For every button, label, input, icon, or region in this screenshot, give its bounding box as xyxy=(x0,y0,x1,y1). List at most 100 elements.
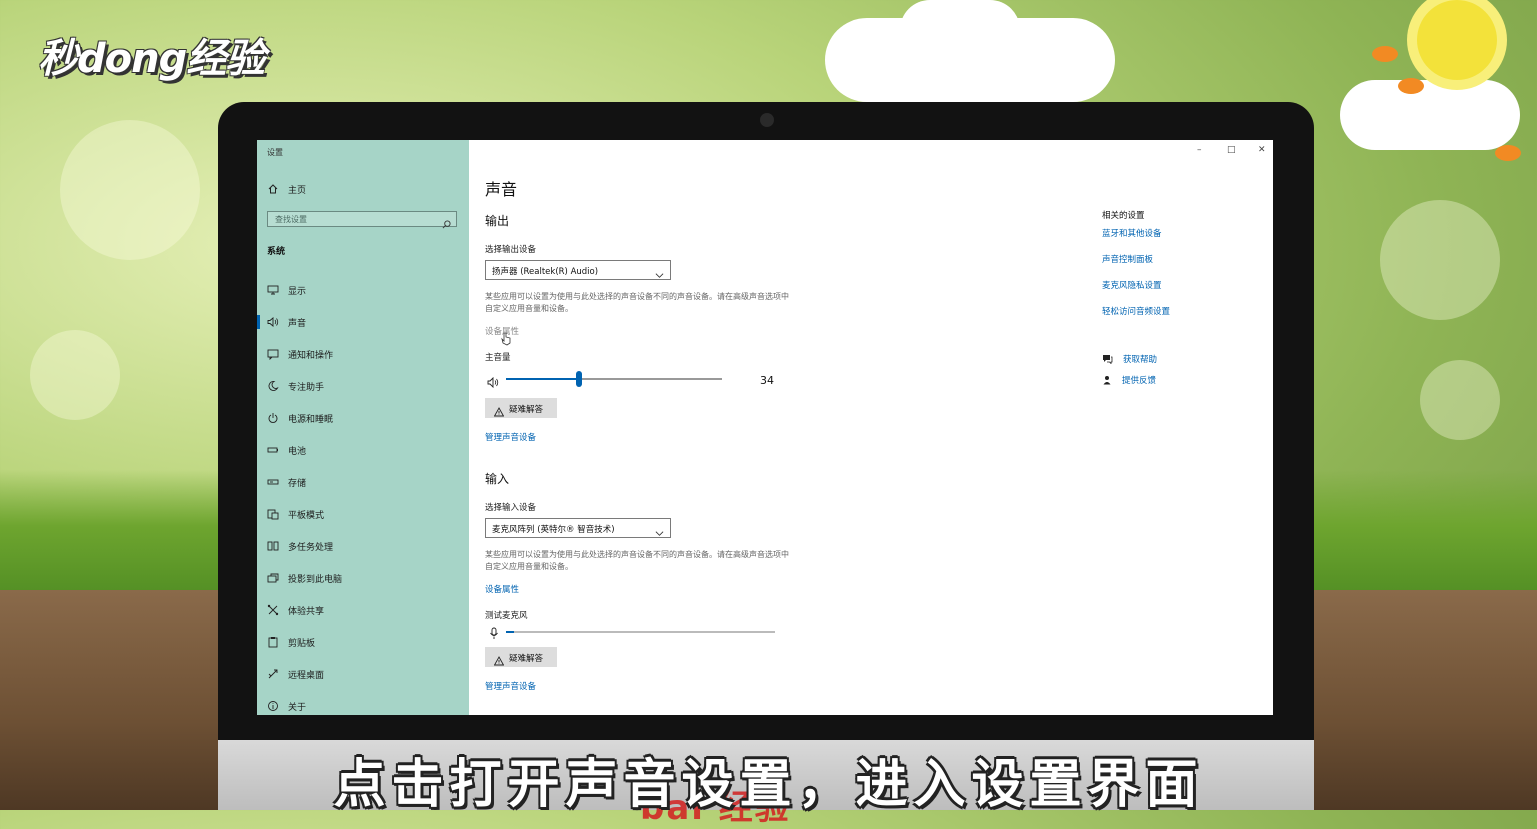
search-icon xyxy=(442,214,451,233)
sidebar-item-label: 电池 xyxy=(288,446,307,457)
ease-of-access-audio-link[interactable]: 轻松访问音频设置 xyxy=(1102,305,1170,317)
section-heading: 系统 xyxy=(267,247,286,257)
warning-icon xyxy=(493,651,505,670)
sidebar-item-multitask[interactable]: 多任务处理 xyxy=(257,535,469,557)
chevron-down-icon xyxy=(655,265,664,284)
output-description: 某些应用可以设置为使用与此处选择的声音设备不同的声音设备。请在高级声音选项中自定… xyxy=(485,292,789,313)
input-troubleshoot-button[interactable]: 疑难解答 xyxy=(485,647,557,667)
sidebar-item-label: 显示 xyxy=(288,286,307,297)
bluetooth-devices-link[interactable]: 蓝牙和其他设备 xyxy=(1102,227,1162,239)
share-icon xyxy=(267,604,279,616)
related-title: 相关的设置 xyxy=(1102,211,1145,221)
get-help-link[interactable]: 获取帮助 xyxy=(1102,349,1157,368)
sidebar-item-notification[interactable]: 通知和操作 xyxy=(257,343,469,365)
close-button[interactable]: ✕ xyxy=(1258,145,1266,155)
chevron-down-icon xyxy=(655,523,664,542)
sidebar-item-info[interactable]: 关于 xyxy=(257,695,469,715)
sidebar-item-monitor[interactable]: 显示 xyxy=(257,279,469,301)
battery-icon xyxy=(267,444,279,456)
mic-level-fill xyxy=(506,631,515,633)
speaker-icon xyxy=(487,373,499,392)
remote-icon xyxy=(267,668,279,680)
give-feedback-label: 提供反馈 xyxy=(1122,375,1157,386)
search-placeholder: 查找设置 xyxy=(275,215,307,224)
sidebar-item-home[interactable]: 主页 xyxy=(257,178,469,200)
input-description: 某些应用可以设置为使用与此处选择的声音设备不同的声音设备。请在高级声音选项中自定… xyxy=(485,550,789,571)
window-title: 设置 xyxy=(267,148,283,157)
microphone-icon xyxy=(489,625,499,644)
sidebar-item-project[interactable]: 投影到此电脑 xyxy=(257,567,469,589)
search-input[interactable]: 查找设置 xyxy=(267,211,457,229)
volume-value: 34 xyxy=(760,374,774,387)
input-manage-devices-link[interactable]: 管理声音设备 xyxy=(485,680,536,692)
sidebar-item-label: 投影到此电脑 xyxy=(288,574,343,585)
sidebar-item-label: 主页 xyxy=(288,185,307,196)
chat-icon xyxy=(1102,349,1113,368)
input-device-select[interactable]: 麦克风阵列 (英特尔® 智音技术) xyxy=(485,518,671,538)
sun xyxy=(1417,0,1497,80)
input-device-value: 麦克风阵列 (英特尔® 智音技术) xyxy=(492,525,615,535)
sidebar-item-battery[interactable]: 电池 xyxy=(257,439,469,461)
output-troubleshoot-button[interactable]: 疑难解答 xyxy=(485,398,557,418)
sidebar-item-speaker[interactable]: 声音 xyxy=(257,311,469,333)
sidebar-item-label: 体验共享 xyxy=(288,606,325,617)
page-title: 声音 xyxy=(485,180,518,199)
multitask-icon xyxy=(267,540,279,552)
troubleshoot-label: 疑难解答 xyxy=(509,654,544,664)
storage-icon xyxy=(267,476,279,488)
mic-level-track xyxy=(506,631,775,633)
minimize-button[interactable]: – xyxy=(1197,145,1202,155)
sidebar-item-label: 多任务处理 xyxy=(288,542,334,553)
power-icon xyxy=(267,412,279,424)
get-help-label: 获取帮助 xyxy=(1123,354,1158,365)
maximize-button[interactable]: □ xyxy=(1227,145,1236,155)
warning-icon xyxy=(493,402,505,421)
sidebar-item-tablet[interactable]: 平板模式 xyxy=(257,503,469,525)
project-icon xyxy=(267,572,279,584)
sound-control-panel-link[interactable]: 声音控制面板 xyxy=(1102,253,1153,265)
home-icon xyxy=(267,183,279,195)
volume-label: 主音量 xyxy=(485,353,511,363)
clipboard-icon xyxy=(267,636,279,648)
output-device-select[interactable]: 扬声器 (Realtek(R) Audio) xyxy=(485,260,671,280)
output-manage-devices-link[interactable]: 管理声音设备 xyxy=(485,431,536,443)
input-select-label: 选择输入设备 xyxy=(485,503,537,513)
settings-window: – □ ✕ 设置 主页 查找设置 系统 显示 声音 通知和操作 专注助手 电源和睡眠 电池… xyxy=(257,140,1273,715)
sidebar-item-power[interactable]: 电源和睡眠 xyxy=(257,407,469,429)
input-device-properties-link[interactable]: 设备属性 xyxy=(485,583,519,595)
brand-logo: 秒dong经验 xyxy=(38,36,265,82)
sidebar-item-storage[interactable]: 存储 xyxy=(257,471,469,493)
video-caption: 点击打开声音设置，进入设置界面 xyxy=(333,755,1204,815)
sidebar-item-label: 剪贴板 xyxy=(288,638,316,649)
mic-privacy-link[interactable]: 麦克风隐私设置 xyxy=(1102,279,1162,291)
sidebar-item-label: 平板模式 xyxy=(288,510,325,521)
sidebar-item-clipboard[interactable]: 剪贴板 xyxy=(257,631,469,653)
mouse-cursor-icon xyxy=(501,332,511,346)
sidebar-item-label: 声音 xyxy=(288,318,307,329)
sidebar-item-label: 关于 xyxy=(288,702,307,713)
sidebar-item-moon[interactable]: 专注助手 xyxy=(257,375,469,397)
tablet-icon xyxy=(267,508,279,520)
sidebar-item-label: 存储 xyxy=(288,478,307,489)
output-device-value: 扬声器 (Realtek(R) Audio) xyxy=(492,267,599,277)
speaker-icon xyxy=(267,316,279,328)
moon-icon xyxy=(267,380,279,392)
output-select-label: 选择输出设备 xyxy=(485,245,537,255)
sidebar-item-label: 专注助手 xyxy=(288,382,325,393)
sidebar-item-share[interactable]: 体验共享 xyxy=(257,599,469,621)
cloud xyxy=(1340,80,1520,150)
give-feedback-link[interactable]: 提供反馈 xyxy=(1102,370,1156,389)
feedback-icon xyxy=(1102,370,1112,389)
sidebar-item-label: 电源和睡眠 xyxy=(288,414,334,425)
webcam xyxy=(760,113,774,127)
volume-slider-fill xyxy=(506,378,580,380)
sidebar-item-remote[interactable]: 远程桌面 xyxy=(257,663,469,685)
info-icon xyxy=(267,700,279,712)
sidebar-item-label: 远程桌面 xyxy=(288,670,325,681)
monitor-icon xyxy=(267,284,279,296)
sidebar-item-label: 通知和操作 xyxy=(288,350,334,361)
main-content: 声音 输出 选择输出设备 扬声器 (Realtek(R) Audio) 某些应用… xyxy=(485,140,1045,715)
volume-slider-thumb[interactable] xyxy=(576,371,583,387)
test-mic-label: 测试麦克风 xyxy=(485,611,528,621)
input-heading: 输入 xyxy=(485,472,510,486)
